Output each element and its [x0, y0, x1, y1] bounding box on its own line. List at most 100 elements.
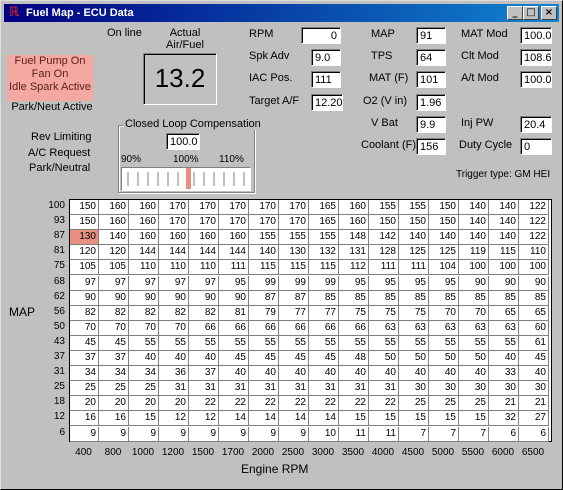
- table-cell[interactable]: 112: [339, 260, 369, 276]
- table-cell[interactable]: 11: [339, 426, 369, 442]
- table-cell[interactable]: 150: [399, 215, 429, 231]
- table-cell[interactable]: 25: [70, 381, 99, 397]
- fuel-map-table[interactable]: 150 160 160 170 170 170 170 170 165 160 155 155 150 1…: [69, 199, 552, 442]
- clc-value-field[interactable]: 100.0: [166, 133, 200, 150]
- table-cell[interactable]: 170: [219, 200, 249, 215]
- table-cell[interactable]: 30: [429, 381, 459, 397]
- table-cell[interactable]: 125: [429, 245, 459, 261]
- table-cell[interactable]: 100: [519, 260, 549, 276]
- table-cell[interactable]: 55: [129, 335, 159, 351]
- table-cell[interactable]: 63: [399, 320, 429, 336]
- table-cell[interactable]: 60: [519, 320, 549, 336]
- table-cell[interactable]: 99: [279, 275, 309, 291]
- table-cell[interactable]: 155: [309, 230, 339, 246]
- table-cell[interactable]: 119: [459, 245, 489, 261]
- tps-field[interactable]: 64: [416, 49, 446, 66]
- table-cell[interactable]: 140: [489, 200, 519, 215]
- table-cell[interactable]: 48: [339, 351, 369, 366]
- table-cell[interactable]: 40: [279, 366, 309, 382]
- table-cell[interactable]: 160: [189, 230, 219, 246]
- table-cell[interactable]: 9: [129, 426, 159, 442]
- table-cell[interactable]: 31: [309, 381, 339, 397]
- vbat-field[interactable]: 9.9: [416, 116, 446, 133]
- table-cell[interactable]: 95: [369, 275, 399, 291]
- table-cell[interactable]: 63: [489, 320, 519, 336]
- table-cell[interactable]: 85: [519, 290, 549, 306]
- table-cell[interactable]: 22: [339, 396, 369, 412]
- table-cell[interactable]: 31: [369, 381, 399, 397]
- table-cell[interactable]: 22: [219, 396, 249, 412]
- minimize-button[interactable]: _: [507, 6, 523, 20]
- table-cell[interactable]: 45: [219, 351, 249, 366]
- table-cell[interactable]: 45: [70, 335, 99, 351]
- table-cell[interactable]: 50: [399, 351, 429, 366]
- table-cell[interactable]: 40: [219, 366, 249, 382]
- table-cell[interactable]: 20: [99, 396, 129, 412]
- table-cell[interactable]: 34: [99, 366, 129, 382]
- table-cell[interactable]: 100: [489, 260, 519, 276]
- table-cell[interactable]: 7: [429, 426, 459, 442]
- table-cell[interactable]: 33: [489, 366, 519, 382]
- table-cell[interactable]: 30: [489, 381, 519, 397]
- coolant-field[interactable]: 156: [416, 138, 446, 155]
- table-cell[interactable]: 140: [459, 200, 489, 215]
- table-cell[interactable]: 77: [309, 305, 339, 321]
- table-cell[interactable]: 45: [249, 351, 279, 366]
- table-cell[interactable]: 65: [519, 305, 549, 321]
- table-cell[interactable]: 155: [249, 230, 279, 246]
- title-bar[interactable]: ℝ Fuel Map - ECU Data _ □ ×: [4, 4, 559, 22]
- table-cell[interactable]: 160: [99, 215, 129, 231]
- table-cell[interactable]: 66: [189, 320, 219, 336]
- at-mod-field[interactable]: 100.0: [520, 71, 552, 88]
- table-cell[interactable]: 155: [279, 230, 309, 246]
- table-cell[interactable]: 170: [279, 215, 309, 231]
- table-cell[interactable]: 40: [489, 351, 519, 366]
- table-cell[interactable]: 30: [399, 381, 429, 397]
- table-cell[interactable]: 85: [429, 290, 459, 306]
- table-cell[interactable]: 40: [369, 366, 399, 382]
- table-cell[interactable]: 122: [519, 200, 549, 215]
- table-cell[interactable]: 128: [369, 245, 399, 261]
- mat-field[interactable]: 101: [416, 71, 446, 88]
- table-cell[interactable]: 131: [339, 245, 369, 261]
- table-cell[interactable]: 115: [489, 245, 519, 261]
- table-cell[interactable]: 150: [70, 215, 99, 231]
- table-cell[interactable]: 140: [429, 230, 459, 246]
- table-cell[interactable]: 99: [309, 275, 339, 291]
- table-cell[interactable]: 95: [399, 275, 429, 291]
- table-cell[interactable]: 155: [369, 200, 399, 215]
- table-cell[interactable]: 142: [369, 230, 399, 246]
- table-cell[interactable]: 110: [159, 260, 189, 276]
- table-cell[interactable]: 63: [369, 320, 399, 336]
- table-cell[interactable]: 55: [429, 335, 459, 351]
- table-cell[interactable]: 55: [339, 335, 369, 351]
- table-cell[interactable]: 30: [459, 381, 489, 397]
- table-cell[interactable]: 82: [189, 305, 219, 321]
- table-cell[interactable]: 40: [189, 351, 219, 366]
- table-cell[interactable]: 31: [249, 381, 279, 397]
- table-cell[interactable]: 34: [129, 366, 159, 382]
- table-cell[interactable]: 32: [489, 411, 519, 427]
- table-cell[interactable]: 75: [339, 305, 369, 321]
- table-cell[interactable]: 110: [189, 260, 219, 276]
- table-cell[interactable]: 70: [129, 320, 159, 336]
- table-cell[interactable]: 40: [459, 366, 489, 382]
- table-cell[interactable]: 15: [399, 411, 429, 427]
- table-cell[interactable]: 140: [249, 245, 279, 261]
- table-cell[interactable]: 66: [339, 320, 369, 336]
- table-cell[interactable]: 170: [159, 200, 189, 215]
- table-cell[interactable]: 55: [399, 335, 429, 351]
- table-cell[interactable]: 9: [159, 426, 189, 442]
- table-cell[interactable]: 10: [309, 426, 339, 442]
- table-cell[interactable]: 40: [399, 366, 429, 382]
- table-cell[interactable]: 50: [369, 351, 399, 366]
- table-cell[interactable]: 9: [219, 426, 249, 442]
- table-cell[interactable]: 115: [249, 260, 279, 276]
- table-cell[interactable]: 66: [279, 320, 309, 336]
- table-cell[interactable]: 75: [399, 305, 429, 321]
- table-cell[interactable]: 14: [309, 411, 339, 427]
- table-cell[interactable]: 170: [189, 215, 219, 231]
- table-cell[interactable]: 9: [279, 426, 309, 442]
- table-cell[interactable]: 81: [219, 305, 249, 321]
- table-cell[interactable]: 40: [129, 351, 159, 366]
